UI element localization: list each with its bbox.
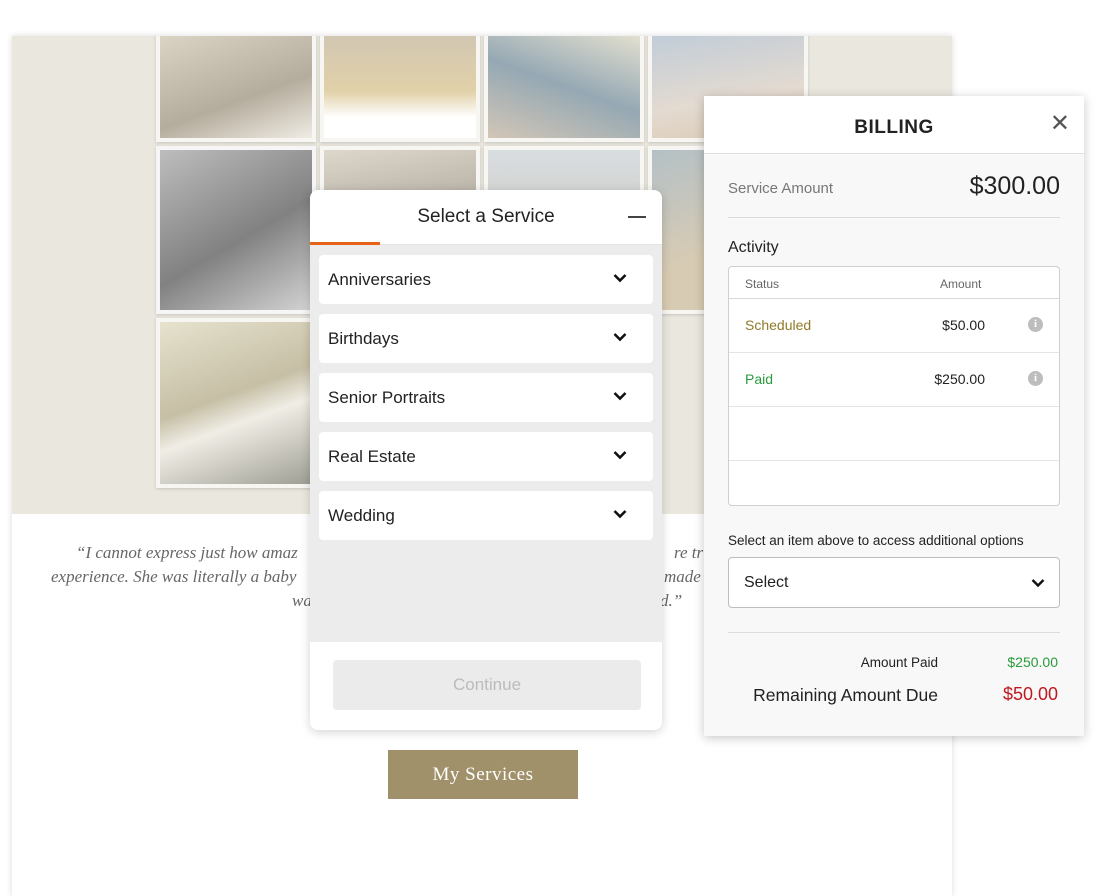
row-status: Paid	[745, 371, 774, 387]
service-list: Anniversaries Birthdays Senior Portraits…	[310, 245, 662, 642]
service-item-label: Real Estate	[328, 446, 416, 466]
service-item-label: Senior Portraits	[328, 387, 446, 407]
modal-header: Select a Service	[310, 190, 662, 245]
minimize-icon[interactable]	[628, 216, 646, 218]
billing-title: BILLING	[854, 117, 934, 138]
billing-header: BILLING ✕	[704, 96, 1084, 154]
row-status: Scheduled	[745, 317, 812, 333]
row-amount: $50.00	[942, 317, 985, 333]
chevron-down-icon	[613, 392, 627, 401]
service-amount-value: $300.00	[969, 172, 1060, 200]
chevron-down-icon	[1031, 579, 1045, 588]
modal-footer: Continue	[310, 642, 662, 730]
close-icon[interactable]: ✕	[1050, 112, 1070, 136]
table-row[interactable]: Paid $250.00 i	[729, 352, 1059, 407]
table-header: Status Amount	[729, 267, 1059, 299]
status-column-header: Status	[745, 277, 780, 291]
amount-paid-label: Amount Paid	[860, 655, 938, 670]
table-row[interactable]: Scheduled $50.00 i	[729, 298, 1059, 353]
options-select[interactable]: Select	[728, 557, 1060, 608]
chevron-down-icon	[613, 333, 627, 342]
service-item-label: Wedding	[328, 505, 395, 525]
empty-row	[729, 406, 1059, 461]
my-services-button[interactable]: My Services	[388, 750, 578, 799]
activity-table: Status Amount Scheduled $50.00 i Paid $2…	[728, 266, 1060, 506]
remaining-due-value: $50.00	[1002, 684, 1058, 704]
select-service-modal: Select a Service Anniversaries Birthdays…	[310, 190, 662, 730]
row-amount: $250.00	[934, 371, 985, 387]
service-item-birthdays[interactable]: Birthdays	[319, 314, 653, 363]
modal-title: Select a Service	[417, 206, 555, 227]
divider	[728, 217, 1060, 218]
billing-panel: BILLING ✕ Service Amount $300.00 Activit…	[704, 96, 1084, 736]
select-value: Select	[744, 574, 789, 591]
divider	[728, 632, 1060, 633]
service-amount-label: Service Amount	[728, 180, 834, 197]
service-item-label: Birthdays	[328, 328, 399, 348]
service-item-real-estate[interactable]: Real Estate	[319, 432, 653, 481]
service-item-wedding[interactable]: Wedding	[319, 491, 653, 540]
remaining-due-label: Remaining Amount Due	[753, 685, 938, 705]
service-item-anniversaries[interactable]: Anniversaries	[319, 255, 653, 304]
service-item-senior-portraits[interactable]: Senior Portraits	[319, 373, 653, 422]
continue-button[interactable]: Continue	[333, 660, 641, 710]
amount-column-header: Amount	[940, 277, 982, 291]
service-item-label: Anniversaries	[328, 269, 431, 289]
chevron-down-icon	[613, 451, 627, 460]
info-icon[interactable]: i	[1028, 371, 1043, 386]
chevron-down-icon	[613, 510, 627, 519]
chevron-down-icon	[613, 274, 627, 283]
info-icon[interactable]: i	[1028, 317, 1043, 332]
options-hint: Select an item above to access additiona…	[728, 533, 1024, 548]
amount-paid-value: $250.00	[1007, 654, 1058, 670]
activity-label: Activity	[728, 239, 779, 256]
